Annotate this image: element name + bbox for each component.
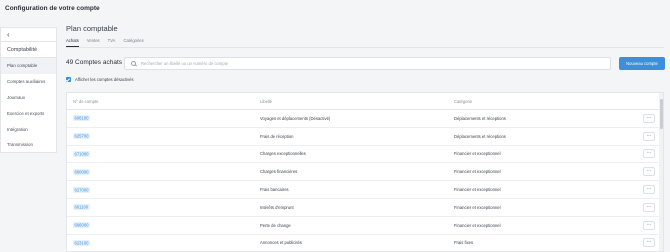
more-actions-button[interactable]: ··· [643,167,655,177]
ellipsis-icon: ··· [646,203,652,210]
tabs: Achats Ventes TVA Catégories [66,38,152,47]
account-category: Déplacements et réceptions [454,115,506,121]
more-actions-button[interactable]: ··· [643,220,655,230]
ellipsis-icon: ··· [646,168,652,175]
header-label: Libellé [260,98,273,104]
account-label: Voyages et déplacements (Désactivé) [260,115,331,121]
more-actions-button[interactable]: ··· [643,202,655,212]
scrollbar-thumb[interactable] [659,99,663,129]
table-header: N° de compte Libellé Catégorie [67,93,663,110]
table-row[interactable]: 660000 Charges financières Financier et … [67,163,663,182]
show-disabled-row: Afficher les comptes désactivés [66,77,134,82]
tab-categories[interactable]: Catégories [123,38,143,47]
page-title: Plan comptable [66,24,118,33]
sidebar-item-integration[interactable]: Intégration [1,121,56,137]
account-category: Financier et exceptionnel [454,187,501,193]
sidebar: ‹ Comptabilité Plan comptable Comptes au… [0,27,57,153]
ellipsis-icon: ··· [646,186,652,193]
account-number[interactable]: 661100 [73,204,90,211]
app-title: Configuration de votre compte [5,5,100,12]
more-actions-button[interactable]: ··· [643,149,655,159]
table-row[interactable]: 671000 Charges exceptionnelles Financier… [67,146,663,164]
ellipsis-icon: ··· [646,132,652,139]
sidebar-item-comptes-auxiliaires[interactable]: Comptes auxiliaires [1,74,56,90]
table-row[interactable]: 627000 Frais bancaires Financier et exce… [67,181,663,199]
more-actions-button[interactable]: ··· [643,185,655,195]
search-icon [131,61,136,66]
sidebar-section-title: Comptabilité [1,42,56,58]
account-label: Annonces et publicités [260,240,302,246]
account-category: Financier et exceptionnel [454,222,501,228]
account-category: Frais fixes [454,240,474,246]
account-category: Financier et exceptionnel [454,151,501,157]
account-label: Charges exceptionnelles [260,151,306,157]
search-box[interactable] [124,57,611,70]
more-actions-button[interactable]: ··· [643,113,655,123]
header-account-number: N° de compte [73,98,99,104]
table-row[interactable]: 666000 Perte de change Financier et exce… [67,217,663,235]
accounts-count: 49 Comptes achats [66,59,123,66]
table-row[interactable]: 606100 Voyages et déplacements (Désactiv… [67,110,663,128]
show-disabled-label: Afficher les comptes désactivés [75,77,134,82]
back-button[interactable]: ‹ [1,28,56,42]
ellipsis-icon: ··· [646,239,652,246]
sidebar-item-plan-comptable[interactable]: Plan comptable [1,58,56,74]
new-account-button[interactable]: Nouveau compte [619,57,665,70]
ellipsis-icon: ··· [646,221,652,228]
account-number[interactable]: 625700 [73,133,90,140]
tab-ventes[interactable]: Ventes [87,38,100,47]
tabs-divider [66,47,664,48]
account-category: Financier et exceptionnel [454,204,501,210]
more-actions-button[interactable]: ··· [643,131,655,141]
account-number[interactable]: 671000 [73,150,90,157]
account-number[interactable]: 606100 [73,115,90,122]
account-category: Déplacements et réceptions [454,133,506,139]
account-number[interactable]: 623100 [73,239,90,246]
table-scrollbar[interactable] [659,93,663,251]
sidebar-item-journaux[interactable]: Journaux [1,90,56,106]
sidebar-item-transmission[interactable]: Transmission [1,137,56,153]
chevron-left-icon: ‹ [7,30,10,39]
account-number[interactable]: 660000 [73,168,90,175]
more-actions-button[interactable]: ··· [643,238,655,248]
table-row[interactable]: 625700 Frais de réception Déplacements e… [67,128,663,146]
show-disabled-checkbox[interactable] [66,77,71,82]
table-row[interactable]: 623100 Annonces et publicités Frais fixe… [67,235,663,251]
header-category: Catégorie [454,98,473,104]
ellipsis-icon: ··· [646,150,652,157]
accounts-table: N° de compte Libellé Catégorie 606100 Vo… [66,92,664,252]
search-input[interactable] [141,61,541,66]
tab-achats[interactable]: Achats [66,38,79,47]
account-number[interactable]: 627000 [73,186,90,193]
ellipsis-icon: ··· [646,114,652,121]
account-label: Frais bancaires [260,187,289,193]
tab-tva[interactable]: TVA [108,38,116,47]
table-row[interactable]: 661100 Intérêts d'emprunt Financier et e… [67,199,663,217]
account-label: Charges financières [260,169,298,175]
account-number[interactable]: 666000 [73,222,90,229]
account-label: Perte de change [260,222,291,228]
account-category: Financier et exceptionnel [454,169,501,175]
account-label: Intérêts d'emprunt [260,204,294,210]
sidebar-item-exercice-exports[interactable]: Exercice et exports [1,105,56,121]
account-label: Frais de réception [260,133,294,139]
